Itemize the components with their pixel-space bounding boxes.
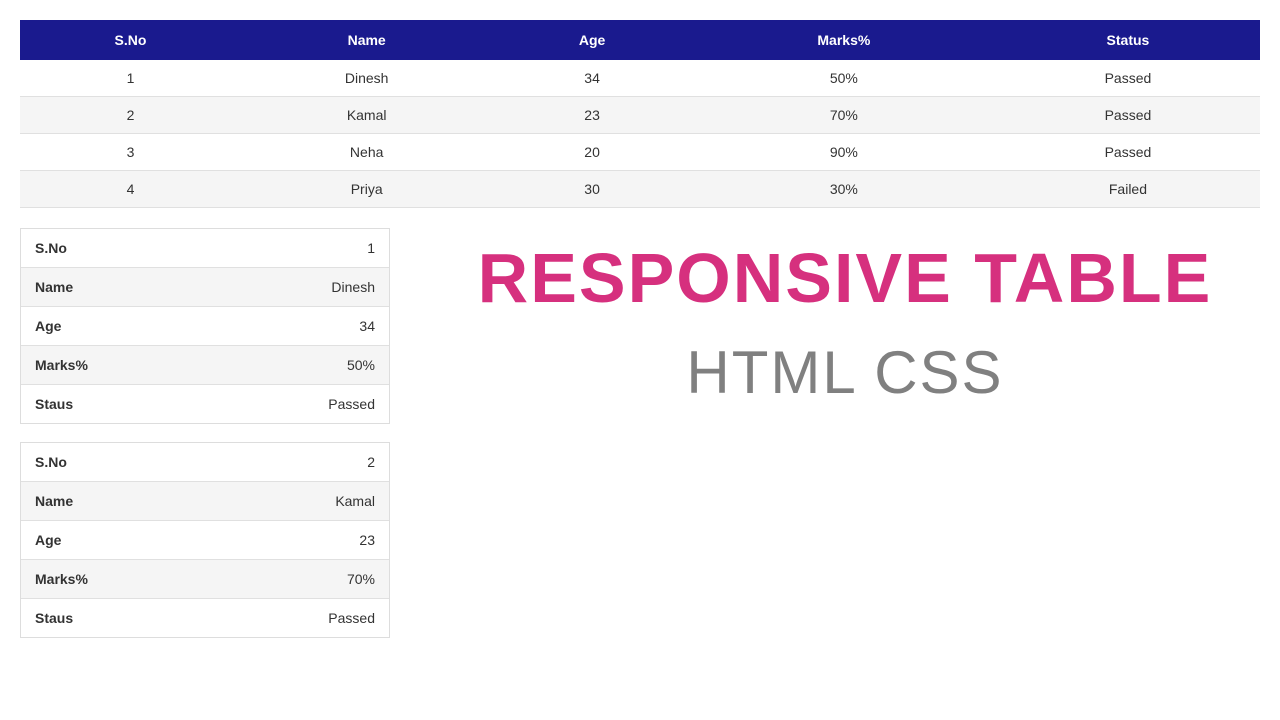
table-row: 3 Neha 20 90% Passed [20, 134, 1260, 171]
cell-status: Passed [996, 60, 1260, 97]
card-row: Marks% 70% [21, 560, 389, 599]
data-table: S.No Name Age Marks% Status 1 Dinesh 34 … [20, 20, 1260, 208]
card-label-marks: Marks% [35, 357, 88, 373]
title-sub: HTML CSS [430, 338, 1260, 407]
card-value-name: Kamal [335, 493, 375, 509]
cell-status: Failed [996, 171, 1260, 208]
card-row: Staus Passed [21, 599, 389, 637]
header-status: Status [996, 20, 1260, 60]
cell-status: Passed [996, 97, 1260, 134]
cell-age: 30 [492, 171, 691, 208]
card-value-marks: 50% [347, 357, 375, 373]
header-name: Name [241, 20, 492, 60]
table-row: 1 Dinesh 34 50% Passed [20, 60, 1260, 97]
cell-sno: 2 [20, 97, 241, 134]
cell-age: 34 [492, 60, 691, 97]
cell-sno: 3 [20, 134, 241, 171]
card-value-age: 23 [359, 532, 375, 548]
card-row: Age 34 [21, 307, 389, 346]
card-row: Age 23 [21, 521, 389, 560]
card-row: S.No 2 [21, 443, 389, 482]
card-label-name: Name [35, 493, 73, 509]
card-row: S.No 1 [21, 229, 389, 268]
cell-name: Neha [241, 134, 492, 171]
cell-marks: 70% [692, 97, 996, 134]
title-section: RESPONSIVE TABLE HTML CSS [430, 228, 1260, 407]
header-age: Age [492, 20, 691, 60]
header-sno: S.No [20, 20, 241, 60]
card-row: Name Dinesh [21, 268, 389, 307]
title-main: RESPONSIVE TABLE [430, 238, 1260, 318]
cell-status: Passed [996, 134, 1260, 171]
card-label-marks: Marks% [35, 571, 88, 587]
card-label-name: Name [35, 279, 73, 295]
card-row: Name Kamal [21, 482, 389, 521]
card-value-sno: 2 [367, 454, 375, 470]
card-value-marks: 70% [347, 571, 375, 587]
card-value-status: Passed [328, 610, 375, 626]
bottom-section: S.No 1 Name Dinesh Age 34 Marks% 50% Sta… [20, 228, 1260, 656]
cell-marks: 50% [692, 60, 996, 97]
responsive-card: S.No 2 Name Kamal Age 23 Marks% 70% Stau… [20, 442, 390, 638]
card-row: Staus Passed [21, 385, 389, 423]
card-value-sno: 1 [367, 240, 375, 256]
card-row: Marks% 50% [21, 346, 389, 385]
cell-sno: 4 [20, 171, 241, 208]
card-label-status: Staus [35, 610, 73, 626]
cell-name: Priya [241, 171, 492, 208]
card-label-sno: S.No [35, 240, 67, 256]
card-label-status: Staus [35, 396, 73, 412]
card-label-age: Age [35, 318, 61, 334]
table-row: 2 Kamal 23 70% Passed [20, 97, 1260, 134]
cell-age: 20 [492, 134, 691, 171]
cell-age: 23 [492, 97, 691, 134]
header-marks: Marks% [692, 20, 996, 60]
cell-marks: 90% [692, 134, 996, 171]
card-label-age: Age [35, 532, 61, 548]
table-row: 4 Priya 30 30% Failed [20, 171, 1260, 208]
card-value-age: 34 [359, 318, 375, 334]
cell-marks: 30% [692, 171, 996, 208]
cell-sno: 1 [20, 60, 241, 97]
cell-name: Kamal [241, 97, 492, 134]
cell-name: Dinesh [241, 60, 492, 97]
table-header-row: S.No Name Age Marks% Status [20, 20, 1260, 60]
card-value-name: Dinesh [331, 279, 375, 295]
card-value-status: Passed [328, 396, 375, 412]
cards-column: S.No 1 Name Dinesh Age 34 Marks% 50% Sta… [20, 228, 390, 656]
card-label-sno: S.No [35, 454, 67, 470]
responsive-card: S.No 1 Name Dinesh Age 34 Marks% 50% Sta… [20, 228, 390, 424]
